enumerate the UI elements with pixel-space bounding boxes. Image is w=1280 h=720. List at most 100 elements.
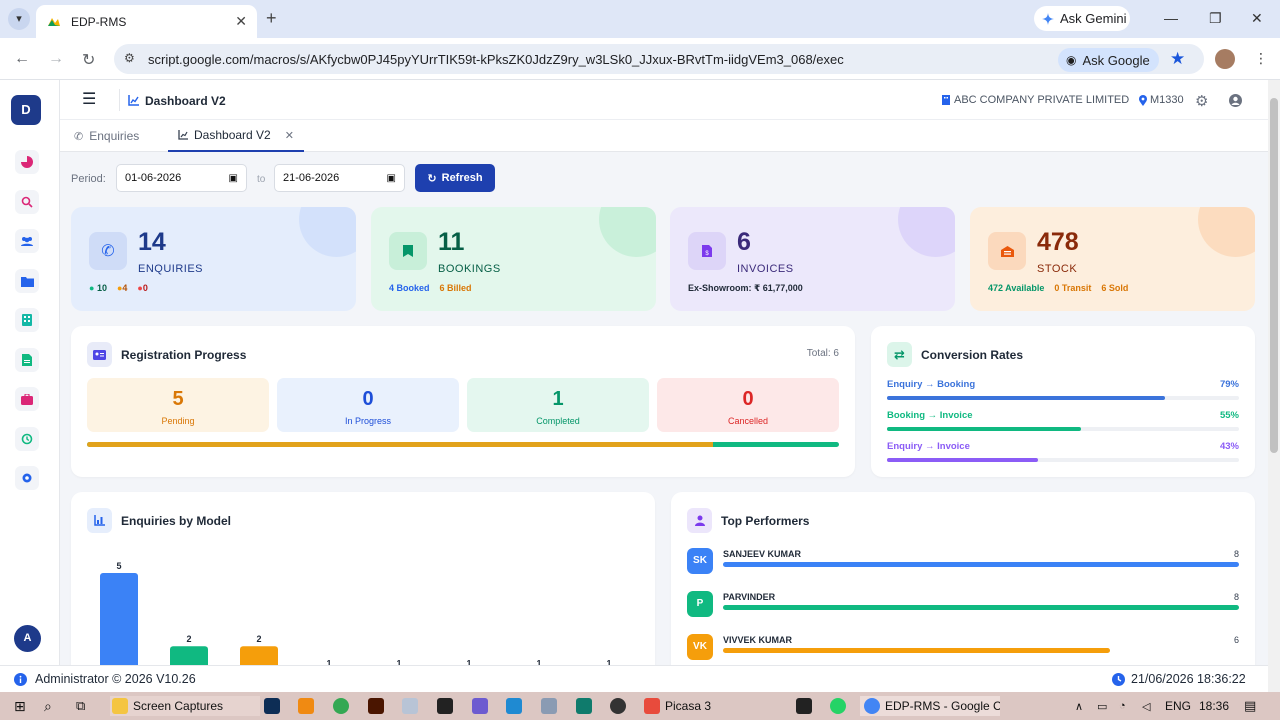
sub-billed: 6 Billed [439,283,472,293]
wifi-icon[interactable]: ◔ [1119,696,1126,716]
browser-menu-icon[interactable]: ⋮ [1254,50,1268,67]
photoshop-icon[interactable] [264,696,280,716]
phone-icon: ✆ [89,232,127,270]
taskbar-search-icon[interactable]: ⌕ [44,696,52,716]
tab-enquiries[interactable]: ✆ Enquiries [74,120,139,152]
whatsapp-icon[interactable] [830,696,846,716]
model-bar[interactable] [100,573,138,665]
settings-gear-icon[interactable] [15,466,39,490]
registration-stat: 0 Cancelled [657,378,839,432]
reload-icon[interactable]: ↻ [82,50,95,70]
sub-booked: 4 Booked [389,283,430,293]
document-icon[interactable] [15,348,39,372]
taskbar-clock[interactable]: 18:36 [1199,696,1229,716]
kpi-value: 6 [737,228,751,256]
sub-lost-value: 0 [142,283,148,293]
calendar-icon[interactable]: ▣ [387,173,396,184]
publisher-icon[interactable] [576,696,592,716]
taskbar-picasa-label: Picasa 3 [665,699,712,713]
notifications-icon[interactable]: ▤ [1244,696,1256,716]
settings-icon[interactable]: ⚙ [1195,92,1208,110]
phone-icon: ✆ [74,130,84,143]
kpi-stock-card[interactable]: 478 STOCK 472 Available 0 Transit 6 Sold [970,207,1255,311]
windows-start-icon[interactable]: ⊞ [14,696,26,716]
hamburger-menu-icon[interactable]: ☰ [82,92,96,108]
bookmark-star-icon[interactable]: ★ [1170,49,1185,69]
conversion-row: Enquiry → Invoice 43% [887,441,1239,462]
taskbar-picasa-button[interactable]: Picasa 3 [642,696,711,716]
url-field[interactable]: ⚙ script.google.com/macros/s/AKfycbw0PJ4… [114,44,1204,74]
building-icon[interactable] [15,308,39,332]
page-scrollbar[interactable] [1268,80,1280,692]
scrollbar-thumb[interactable] [1270,98,1278,453]
from-date-input[interactable]: 01-06-2026 ▣ [116,164,247,192]
clock-icon [1112,673,1125,686]
tray-chevron-icon[interactable]: ∧ [1075,696,1083,716]
stat-value: 0 [362,388,374,410]
app-icon[interactable] [610,696,626,716]
volume-icon[interactable]: ◁ [1142,696,1150,716]
browser-tab[interactable]: EDP-RMS ✕ [36,5,257,38]
site-info-icon[interactable]: ⚙ [124,51,135,65]
sub-pending: ●4 [117,283,127,293]
model-bar-label: 5 [116,561,121,571]
window-close-icon[interactable]: ✕ [1251,10,1263,27]
to-date-input[interactable]: 21-06-2026 ▣ [274,164,405,192]
history-icon[interactable] [15,427,39,451]
close-tab-icon[interactable]: ✕ [285,129,294,142]
ask-google-button[interactable]: ◉ Ask Google [1058,48,1159,72]
sidebar: D A [0,80,60,665]
battery-icon[interactable]: ▭ [1097,696,1107,716]
users-icon[interactable] [15,229,39,253]
chrome-icon[interactable] [333,696,349,716]
kpi-bookings-card[interactable]: 11 BOOKINGS 4 Booked 6 Billed [371,207,656,311]
app-logo[interactable]: D [11,95,41,125]
refresh-button[interactable]: ↻ Refresh [415,164,495,192]
briefcase-icon[interactable] [15,387,39,411]
calendar-icon[interactable]: ▣ [229,173,238,184]
terminal-icon[interactable] [437,696,453,716]
stat-value: 0 [742,388,754,410]
folder-icon[interactable] [15,269,39,293]
kpi-invoices-card[interactable]: $ 6 INVOICES Ex-Showroom: ₹ 61,77,000 [670,207,955,311]
illustrator-icon[interactable] [368,696,384,716]
user-avatar[interactable]: A [14,625,41,652]
forward-icon[interactable]: → [48,50,64,68]
account-circle-icon[interactable] [1229,94,1242,107]
new-tab-icon[interactable]: + [266,8,277,29]
model-bar[interactable] [170,646,208,665]
model-bar[interactable] [240,646,278,665]
sub-available: 472 Available [988,283,1045,293]
minimize-icon[interactable]: — [1164,10,1178,26]
conversion-value: 43% [1219,441,1239,452]
vscode-icon[interactable] [506,696,522,716]
dashboard-pie-icon[interactable] [15,150,39,174]
card-title: Registration Progress [121,347,247,362]
taskbar-folder-button[interactable]: Screen Captures [110,696,260,716]
close-tab-icon[interactable]: ✕ [235,13,247,30]
task-view-icon[interactable]: ⧉ [76,696,85,716]
vlc-icon[interactable] [298,696,314,716]
dashboard-content: Period: 01-06-2026 ▣ to 21-06-2026 ▣ ↻ R… [60,152,1268,665]
ask-gemini-button[interactable]: Ask Gemini [1034,6,1130,31]
notepad-icon[interactable] [402,696,418,716]
conversion-label: Enquiry → Booking [887,379,976,390]
kpi-enquiries-card[interactable]: ✆ 14 ENQUIRIES ● 10 ●4 ●0 [71,207,356,311]
app-icon[interactable] [472,696,488,716]
sub-exshowroom: Ex-Showroom: ₹ 61,77,000 [688,283,803,293]
tab-search-icon[interactable]: ▾ [8,8,30,30]
id-card-icon [87,342,112,367]
to-date-value: 21-06-2026 [283,172,340,184]
search-icon[interactable] [15,190,39,214]
location-pin-icon [1139,95,1147,106]
tab-enquiries-label: Enquiries [89,129,140,143]
taskbar-chrome-button[interactable]: EDP-RMS - Google C... [860,696,1000,716]
tab-dashboard-v2[interactable]: Dashboard V2 ✕ [168,120,304,152]
restore-icon[interactable]: ❐ [1209,10,1222,27]
language-indicator[interactable]: ENG [1165,696,1191,716]
profile-avatar[interactable] [1215,49,1235,69]
footer-version: Administrator © 2026 V10.26 [35,672,196,686]
back-icon[interactable]: ← [14,50,30,68]
app-icon[interactable] [796,696,812,716]
app-icon[interactable] [541,696,557,716]
